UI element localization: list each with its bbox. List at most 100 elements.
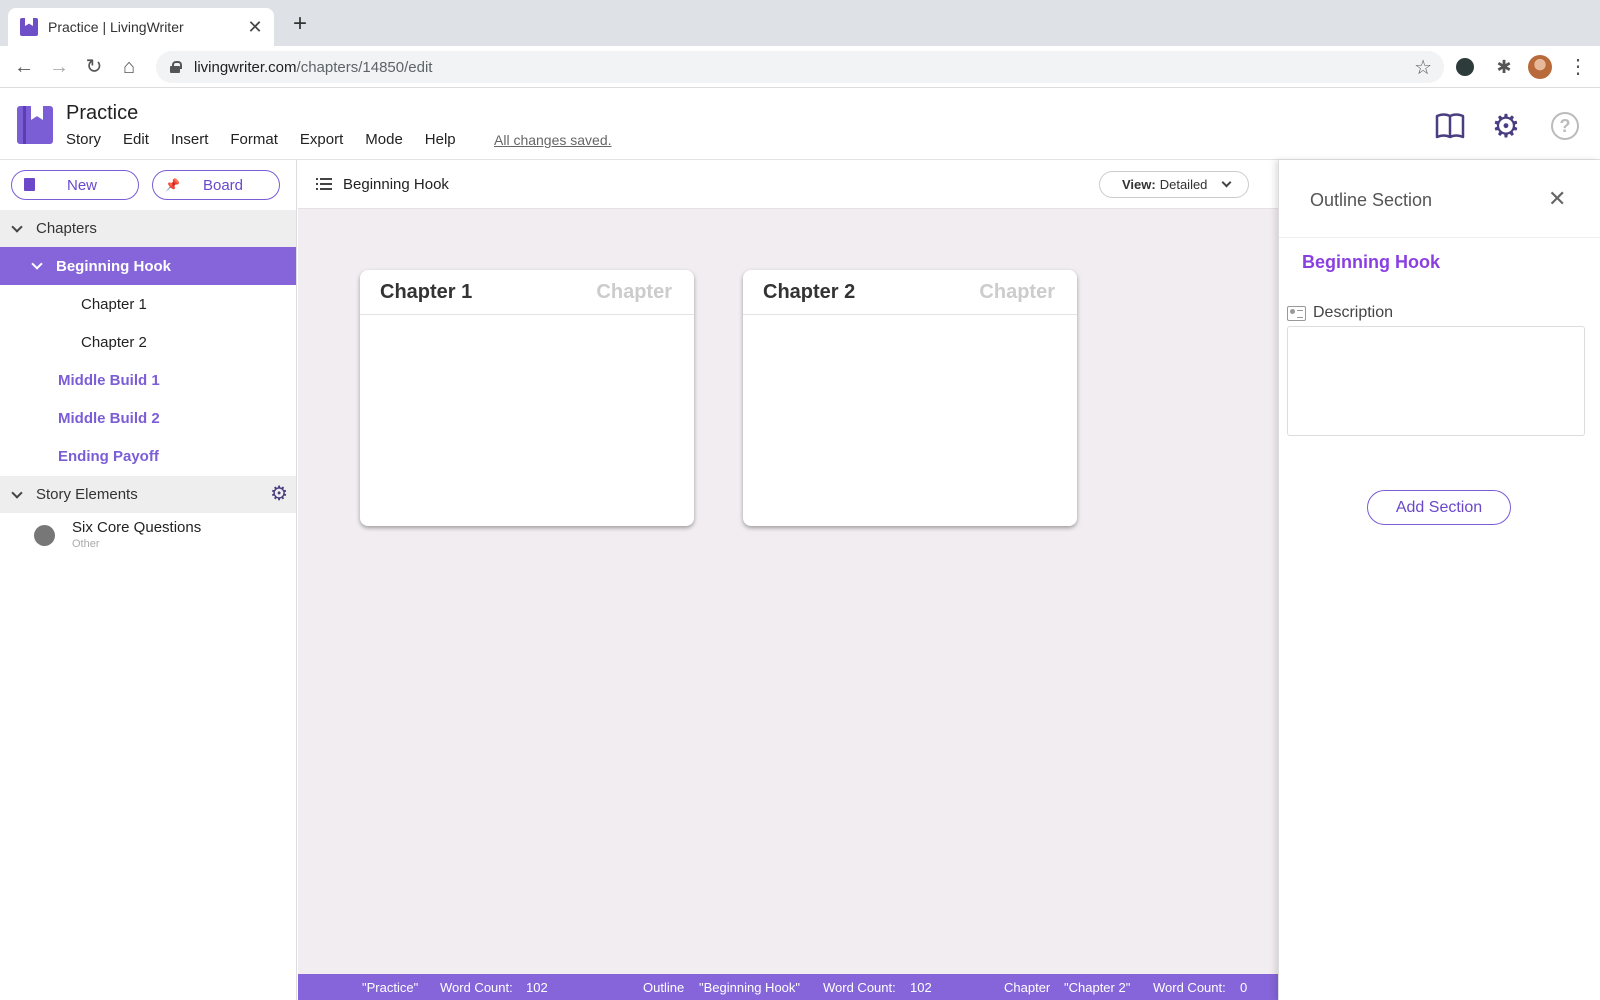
app-logo-icon[interactable]	[17, 106, 53, 144]
home-icon[interactable]: ⌂	[118, 56, 140, 78]
sidebar-item-label: Chapter 1	[81, 295, 147, 313]
new-button[interactable]: New	[11, 170, 139, 200]
menu-format[interactable]: Format	[230, 131, 278, 148]
sidebar-item-label: Middle Build 1	[58, 371, 160, 389]
new-document-icon	[24, 178, 35, 191]
add-section-button[interactable]: Add Section	[1367, 490, 1511, 525]
card-header: Chapter 1 Chapter	[360, 270, 694, 315]
chapter-card[interactable]: Chapter 2 Chapter	[743, 270, 1077, 526]
sidebar-item-label: Middle Build 2	[58, 409, 160, 427]
story-elements-header[interactable]: Story Elements ⚙	[0, 476, 296, 513]
status-chapter-name: "Chapter 2"	[1064, 980, 1131, 995]
sidebar-item-label: Beginning Hook	[56, 257, 171, 275]
story-elements-gear-icon[interactable]: ⚙	[270, 484, 288, 504]
element-color-dot-icon	[34, 525, 55, 546]
settings-gear-icon[interactable]: ⚙	[1490, 110, 1522, 142]
url-text: livingwriter.com/chapters/14850/edit	[194, 59, 432, 76]
forward-arrow-icon[interactable]: →	[48, 56, 70, 78]
menu-mode[interactable]: Mode	[365, 131, 403, 148]
panel-title: Outline Section	[1310, 190, 1433, 210]
card-title: Chapter 1	[380, 280, 473, 303]
sidebar-item-beginning-hook[interactable]: Beginning Hook	[0, 247, 296, 285]
extensions-puzzle-icon[interactable]: ✱	[1492, 55, 1516, 79]
chevron-down-icon	[1221, 177, 1232, 188]
sidebar-item-label: Chapter 2	[81, 333, 147, 351]
livingwriter-favicon-icon	[20, 18, 38, 36]
pin-icon: 📌	[165, 178, 180, 192]
menu-export[interactable]: Export	[300, 131, 343, 148]
panel-header: Outline Section ✕	[1279, 160, 1600, 238]
status-outline-label: Outline	[643, 980, 685, 995]
menu-edit[interactable]: Edit	[123, 131, 149, 148]
story-element-type: Other	[72, 538, 100, 550]
browser-tabstrip: Practice | LivingWriter ✕ +	[0, 0, 1600, 46]
sidebar-item-chapter-2[interactable]: Chapter 2	[0, 323, 296, 361]
browser-tab[interactable]: Practice | LivingWriter ✕	[8, 8, 274, 46]
save-status[interactable]: All changes saved.	[494, 132, 612, 148]
outline-section-panel: Outline Section ✕ Beginning Hook Descrip…	[1278, 160, 1600, 1000]
sidebar-item-chapter-1[interactable]: Chapter 1	[0, 285, 296, 323]
board-button[interactable]: 📌 Board	[152, 170, 280, 200]
sidebar-item-label: Ending Payoff	[58, 447, 159, 465]
main-toolbar: Beginning Hook View: Detailed	[298, 160, 1278, 209]
status-outline-name: "Beginning Hook"	[699, 980, 801, 995]
status-outline-count: 102	[910, 980, 932, 995]
sidebar-item-middle-build-1[interactable]: Middle Build 1	[0, 361, 296, 399]
story-element-name: Six Core Questions	[72, 519, 202, 536]
chevron-down-icon[interactable]	[12, 490, 22, 500]
extension-icon[interactable]	[1456, 58, 1474, 76]
status-chapter-label: Chapter	[1004, 980, 1051, 995]
main-canvas: Beginning Hook View: Detailed Chapter 1 …	[298, 160, 1278, 974]
chapter-card[interactable]: Chapter 1 Chapter	[360, 270, 694, 526]
reload-icon[interactable]: ↻	[83, 56, 105, 78]
story-elements-header-label: Story Elements	[36, 486, 138, 503]
view-dropdown-key: View:	[1122, 177, 1156, 192]
status-story-count: 102	[526, 980, 548, 995]
address-bar[interactable]: livingwriter.com/chapters/14850/edit ☆	[156, 51, 1444, 83]
sidebar-item-middle-build-2[interactable]: Middle Build 2	[0, 399, 296, 437]
description-label-text: Description	[1313, 304, 1394, 321]
description-card-icon	[1287, 305, 1306, 321]
browser-toolbar: ← → ↻ ⌂ livingwriter.com/chapters/14850/…	[0, 46, 1600, 88]
menu-help[interactable]: Help	[425, 131, 456, 148]
chevron-down-icon[interactable]	[32, 261, 42, 271]
tab-title: Practice | LivingWriter	[48, 19, 184, 35]
close-icon[interactable]: ✕	[1548, 186, 1566, 212]
description-label: Description	[1287, 304, 1393, 322]
sidebar: New 📌 Board Chapters Beginning Hook Chap…	[0, 160, 297, 1000]
sidebar-actions: New 📌 Board	[0, 160, 296, 210]
page-title: Beginning Hook	[343, 176, 449, 193]
status-word-count-label: Word Count:	[440, 980, 513, 995]
card-header: Chapter 2 Chapter	[743, 270, 1077, 315]
outline-list-icon[interactable]	[316, 178, 332, 190]
project-title[interactable]: Practice	[66, 102, 138, 125]
bookmark-star-icon[interactable]: ☆	[1414, 55, 1432, 80]
url-host: livingwriter.com	[194, 58, 297, 76]
profile-avatar[interactable]	[1528, 55, 1552, 79]
app-header: Practice Story Edit Insert Format Export…	[0, 88, 1600, 160]
panel-section-name[interactable]: Beginning Hook	[1302, 252, 1440, 273]
status-word-count-label: Word Count:	[823, 980, 896, 995]
back-arrow-icon[interactable]: ←	[13, 56, 35, 78]
card-type: Chapter	[979, 280, 1055, 303]
chapters-header[interactable]: Chapters	[0, 210, 296, 247]
status-word-count-label: Word Count:	[1153, 980, 1226, 995]
browser-menu-icon[interactable]: ⋮	[1566, 55, 1590, 79]
menu-story[interactable]: Story	[66, 131, 101, 148]
status-bar: "Practice" Word Count: 102 Outline "Begi…	[298, 974, 1278, 1000]
chevron-down-icon[interactable]	[12, 224, 22, 234]
description-field[interactable]	[1287, 326, 1585, 436]
book-preview-icon[interactable]	[1434, 110, 1466, 142]
card-type: Chapter	[596, 280, 672, 303]
menu-insert[interactable]: Insert	[171, 131, 209, 148]
sidebar-item-ending-payoff[interactable]: Ending Payoff	[0, 437, 296, 475]
new-tab-icon[interactable]: +	[288, 12, 312, 37]
lock-icon	[170, 61, 182, 73]
story-element-item[interactable]: Six Core Questions Other	[0, 513, 296, 555]
view-mode-dropdown[interactable]: View: Detailed	[1099, 171, 1249, 198]
help-icon[interactable]: ?	[1551, 112, 1579, 140]
status-story-name: "Practice"	[362, 980, 419, 995]
status-chapter-count: 0	[1240, 980, 1248, 995]
view-dropdown-value: Detailed	[1159, 177, 1208, 192]
tab-close-icon[interactable]: ✕	[246, 17, 264, 38]
